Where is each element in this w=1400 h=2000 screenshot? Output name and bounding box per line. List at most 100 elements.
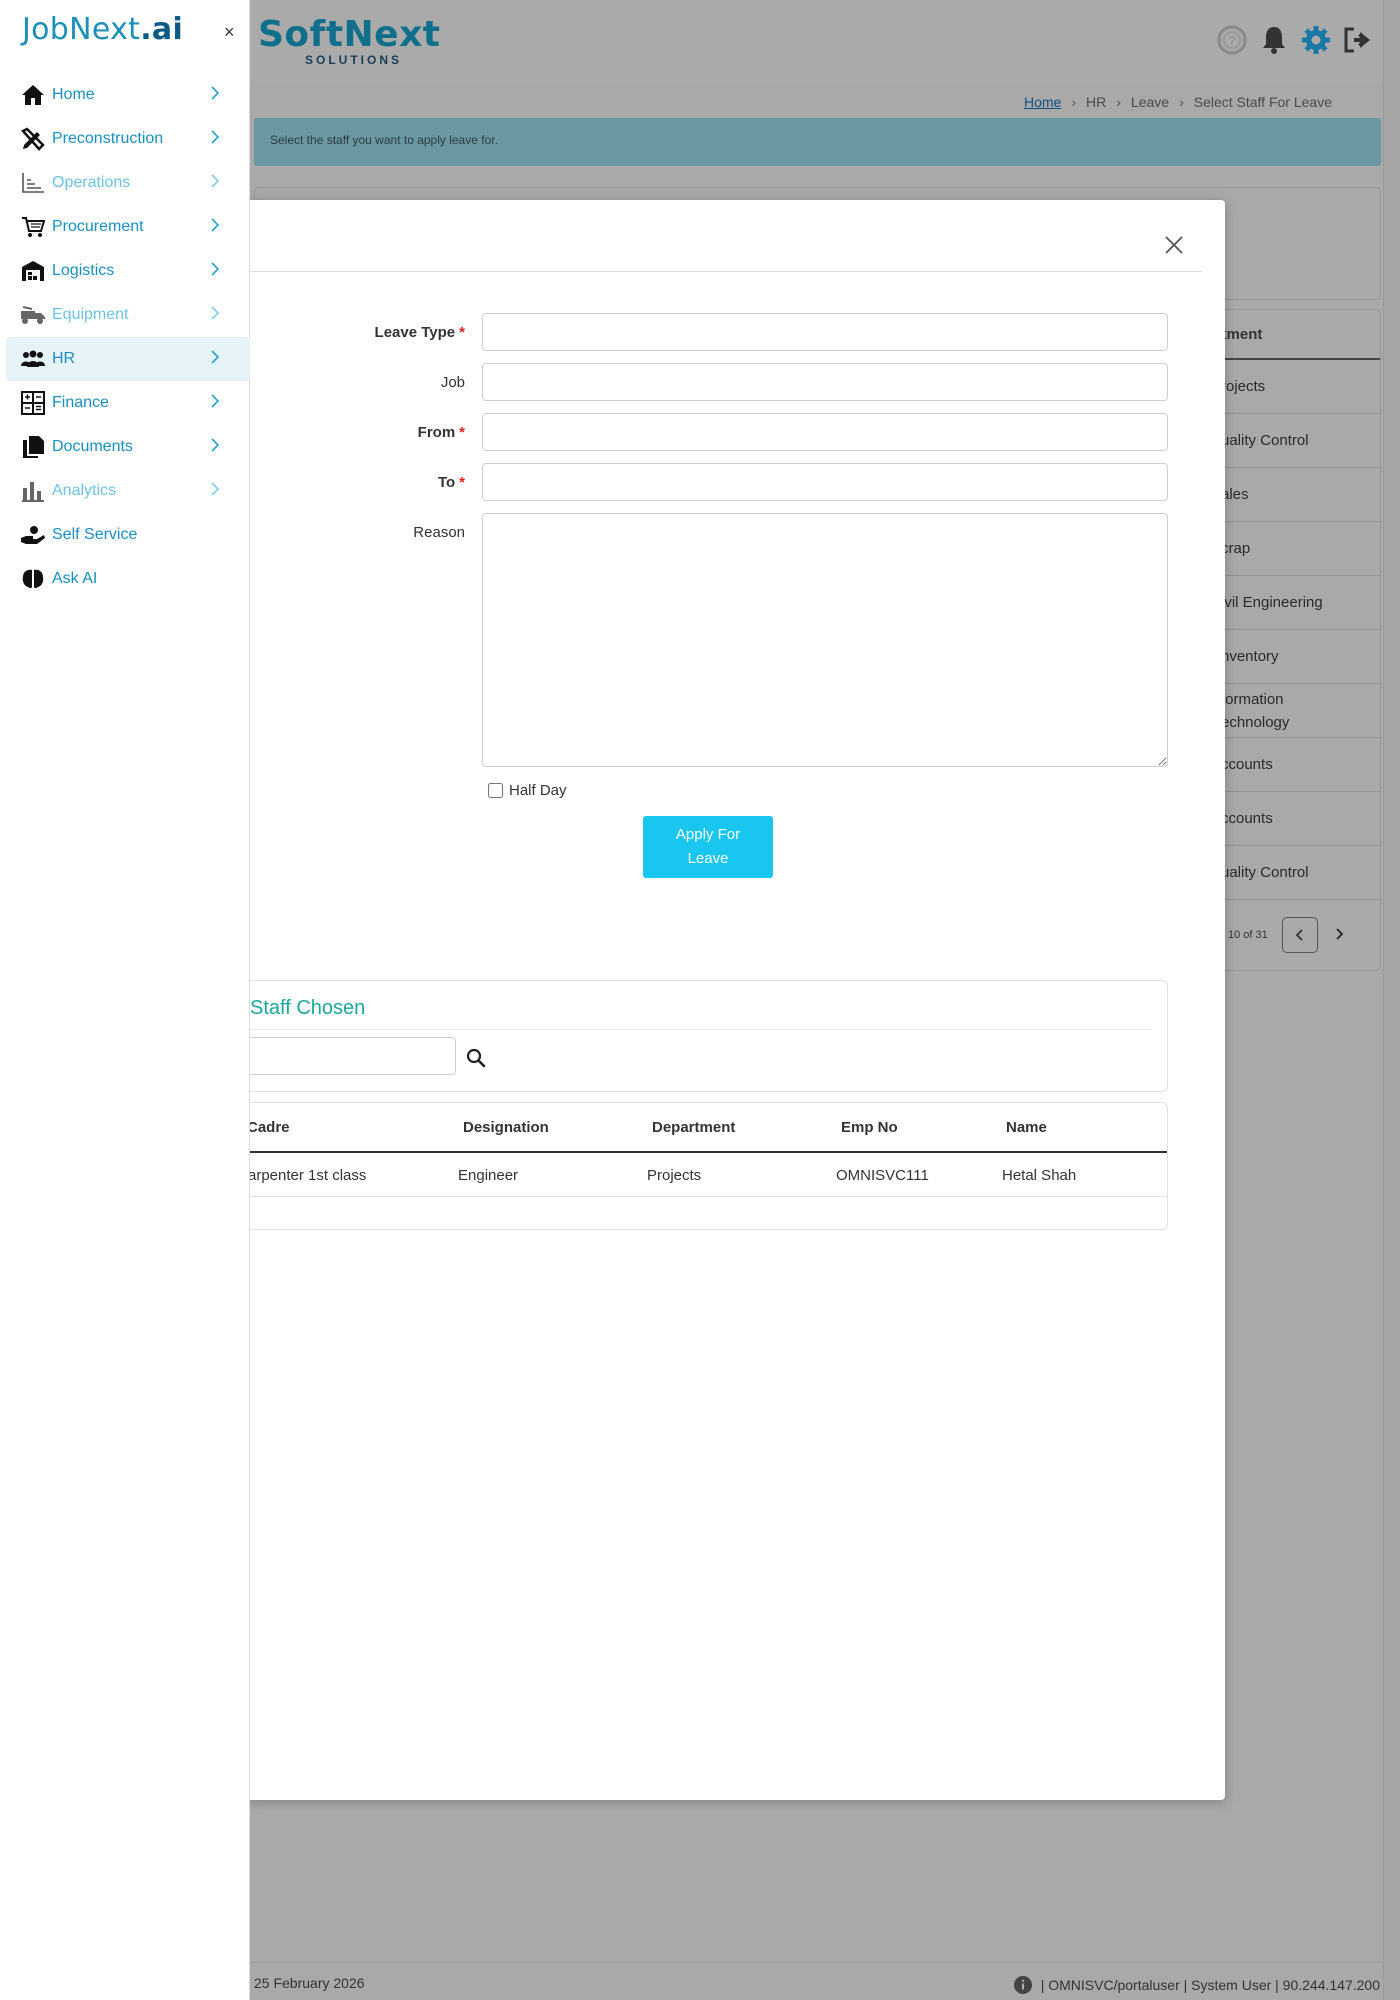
from-label: From * — [418, 424, 465, 441]
sidebar-item-procurement[interactable]: Procurement — [6, 205, 250, 249]
breadcrumb-separator: › — [1179, 94, 1184, 110]
breadcrumb-hr[interactable]: HR — [1086, 94, 1106, 110]
sidebar-item-finance[interactable]: Finance — [6, 381, 250, 425]
sidebar-item-ask-ai[interactable]: Ask AI — [6, 557, 250, 601]
sidebar-nav: Home Preconstruction Operations Procurem… — [6, 73, 250, 601]
footer-date: 25 February 2026 — [254, 1975, 365, 1991]
calculator-icon — [20, 390, 46, 416]
sidebar-item-hr[interactable]: HR — [6, 337, 250, 381]
softnext-logo: SoftNext SOLUTIONS — [258, 14, 448, 68]
warehouse-icon — [20, 258, 46, 284]
from-label-text: From — [417, 424, 456, 441]
sidebar-item-label: Logistics — [52, 262, 115, 279]
sidebar-item-analytics[interactable]: Analytics — [6, 469, 250, 513]
prev-page-button[interactable] — [1281, 917, 1318, 953]
footer-info: | OMNISVC/portaluser | System User | 90.… — [1013, 1975, 1380, 1995]
leave-type-select[interactable] — [482, 313, 1168, 351]
pencil-ruler-icon — [20, 126, 46, 152]
chevron-left-icon — [1295, 929, 1303, 941]
cell-designation: Engineer — [458, 1167, 519, 1184]
help-icon[interactable]: ? — [1216, 24, 1248, 56]
apply-label-line2: Leave — [687, 850, 729, 867]
breadcrumb-separator: › — [1116, 94, 1121, 110]
cell-department: Projects — [647, 1167, 702, 1184]
table-row[interactable]: arpenter 1st class Engineer Projects OMN… — [250, 1153, 1167, 1197]
modal-body: Leave Type * Job From * To * Reason Half… — [250, 200, 1225, 1800]
apply-label-line1: Apply For — [675, 826, 741, 843]
sidebar-item-label: Analytics — [52, 482, 117, 499]
leave-type-label-text: Leave Type — [374, 324, 456, 341]
apply-leave-modal: Leave Type * Job From * To * Reason Half… — [250, 200, 1225, 1800]
sidebar-item-label: Self Service — [52, 526, 138, 543]
required-mark: * — [459, 424, 465, 441]
column-header-emp-no[interactable]: Emp No — [841, 1119, 898, 1136]
chevron-right-icon — [210, 349, 230, 369]
apply-for-leave-button[interactable]: Apply For Leave — [643, 816, 773, 878]
column-header-cadre[interactable]: Cadre — [250, 1119, 290, 1136]
sidebar-item-operations[interactable]: Operations — [6, 161, 250, 205]
chevron-right-icon — [1336, 927, 1344, 940]
sidebar-item-logistics[interactable]: Logistics — [6, 249, 250, 293]
search-icon[interactable] — [465, 1047, 487, 1069]
top-icons: ? — [1216, 24, 1374, 56]
brain-icon — [20, 566, 46, 592]
chevron-right-icon — [210, 173, 230, 193]
sidebar-item-equipment[interactable]: Equipment — [6, 293, 250, 337]
cell-cadre: arpenter 1st class — [250, 1167, 367, 1184]
column-header-name[interactable]: Name — [1006, 1119, 1047, 1136]
sidebar-item-home[interactable]: Home — [6, 73, 250, 117]
sidebar-item-documents[interactable]: Documents — [6, 425, 250, 469]
column-header-department[interactable]: Department — [652, 1119, 735, 1136]
job-input[interactable] — [482, 363, 1168, 401]
hand-icon — [20, 522, 46, 548]
breadcrumb-leave[interactable]: Leave — [1131, 94, 1169, 110]
modal-close-button[interactable] — [1163, 234, 1185, 256]
pager-text: 10 of 31 — [1228, 929, 1268, 941]
column-header-designation[interactable]: Designation — [463, 1119, 549, 1136]
sidebar-item-label: Operations — [52, 174, 131, 191]
to-label: To * — [438, 474, 465, 491]
info-icon — [1013, 1976, 1032, 1994]
from-date-input[interactable] — [482, 413, 1168, 451]
sidebar-item-preconstruction[interactable]: Preconstruction — [6, 117, 250, 161]
next-page-button[interactable] — [1332, 927, 1346, 944]
bar-chart-icon — [20, 478, 46, 504]
chevron-right-icon — [210, 437, 230, 457]
sidebar-item-label: Ask AI — [52, 570, 98, 587]
cell-name: Hetal Shah — [1002, 1167, 1077, 1184]
chevron-right-icon — [210, 305, 230, 325]
job-label: Job — [440, 374, 465, 391]
half-day-label: Half Day — [509, 782, 567, 799]
chevron-right-icon — [210, 129, 230, 149]
sidebar-item-label: Documents — [52, 438, 133, 455]
sidebar: JobNext.ai × Home Preconstruction Operat… — [0, 0, 250, 2000]
sidebar-item-self-service[interactable]: Self Service — [6, 513, 250, 557]
reason-label: Reason — [413, 524, 465, 541]
logo-text: JobNext — [22, 12, 141, 47]
sidebar-close-button[interactable]: × — [224, 22, 235, 43]
people-icon — [20, 346, 46, 372]
gear-icon[interactable] — [1300, 24, 1332, 56]
truck-icon — [20, 302, 46, 328]
divider — [250, 1029, 1152, 1030]
cell-emp-no: OMNISVC111 — [836, 1167, 929, 1184]
chevron-right-icon — [210, 217, 230, 237]
chevron-right-icon — [210, 481, 230, 501]
page-scrollbar[interactable] — [1383, 0, 1400, 2000]
table-header-row: Cadre Designation Department Emp No Name — [250, 1103, 1167, 1153]
jobnext-logo[interactable]: JobNext.ai — [22, 12, 183, 47]
staff-search-input[interactable] — [250, 1037, 456, 1075]
chevron-right-icon — [210, 85, 230, 105]
brand-name: SoftNext — [258, 14, 441, 55]
half-day-option[interactable]: Half Day — [488, 782, 567, 799]
bell-icon[interactable] — [1258, 24, 1290, 56]
breadcrumb: Home › HR › Leave › Select Staff For Lea… — [1024, 94, 1332, 110]
staff-chosen-table: Cadre Designation Department Emp No Name… — [250, 1102, 1168, 1230]
reason-textarea[interactable] — [482, 513, 1168, 767]
home-icon — [20, 82, 46, 108]
breadcrumb-home[interactable]: Home — [1024, 94, 1061, 110]
to-date-input[interactable] — [482, 463, 1168, 501]
documents-icon — [20, 434, 46, 460]
half-day-checkbox[interactable] — [488, 783, 503, 798]
logout-icon[interactable] — [1342, 24, 1374, 56]
